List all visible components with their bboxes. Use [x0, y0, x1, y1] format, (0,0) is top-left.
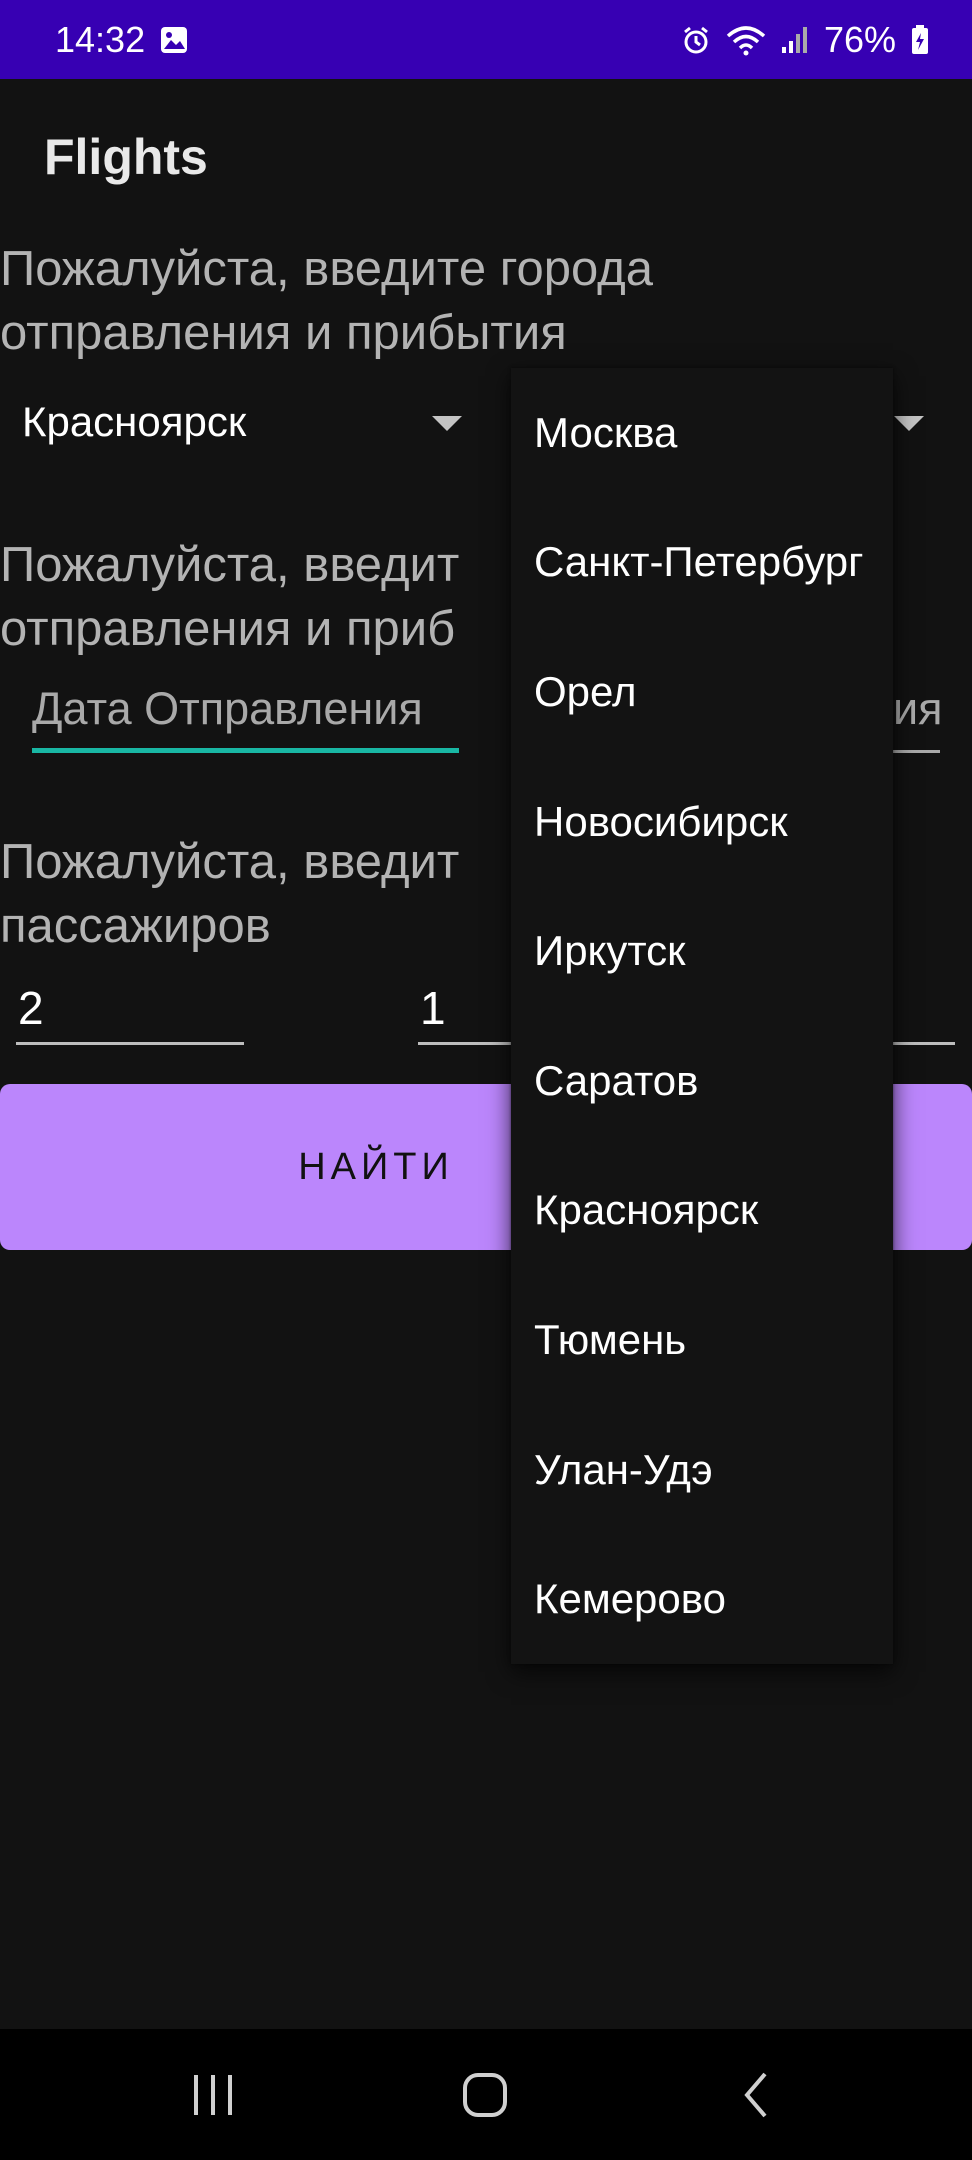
dropdown-item[interactable]: Иркутск	[511, 886, 893, 1016]
dropdown-item[interactable]: Красноярск	[511, 1146, 893, 1276]
status-left: 14:32	[55, 19, 189, 61]
departure-date-field[interactable]: Дата Отправления	[32, 683, 459, 753]
return-date-field[interactable]: ия	[893, 683, 940, 753]
battery-percent: 76%	[823, 18, 896, 60]
back-icon	[744, 2072, 767, 2117]
dropdown-item[interactable]: Орел	[511, 627, 893, 757]
recents-button[interactable]	[153, 2029, 273, 2160]
from-city-spinner[interactable]: Красноярск	[22, 382, 492, 462]
infants-input[interactable]	[893, 981, 955, 1045]
status-time: 14:32	[55, 18, 146, 60]
app-title: Flights	[44, 129, 208, 185]
image-icon	[159, 25, 189, 55]
back-button[interactable]	[697, 2029, 817, 2160]
status-right: 76%	[680, 19, 930, 61]
chevron-down-icon	[894, 416, 924, 431]
from-city-value: Красноярск	[22, 398, 247, 445]
adults-input[interactable]: 2	[16, 981, 244, 1045]
home-button[interactable]	[425, 2029, 545, 2160]
navigation-bar	[0, 2029, 972, 2160]
recents-icon	[194, 2074, 232, 2115]
cities-prompt-line2: отправления и прибытия	[0, 306, 567, 360]
cities-prompt: Пожалуйста, введите города отправления и…	[0, 237, 972, 365]
signal-icon	[780, 25, 810, 55]
dropdown-item[interactable]: Саратов	[511, 1016, 893, 1146]
search-button-label: НАЙТИ	[298, 1145, 454, 1188]
wifi-icon	[726, 24, 766, 56]
chevron-down-icon	[432, 416, 462, 431]
dropdown-item[interactable]: Новосибирск	[511, 757, 893, 887]
city-dropdown-list[interactable]: Москва Санкт-Петербург Орел Новосибирск …	[511, 368, 893, 1664]
children-input[interactable]: 1	[418, 981, 518, 1045]
dropdown-item[interactable]: Кемерово	[511, 1534, 893, 1664]
dropdown-item[interactable]: Москва	[511, 368, 893, 498]
battery-icon	[910, 24, 930, 56]
dropdown-item[interactable]: Тюмень	[511, 1275, 893, 1405]
alarm-icon	[680, 24, 712, 56]
dropdown-item[interactable]: Санкт-Петербург	[511, 498, 893, 628]
dropdown-item[interactable]: Улан-Удэ	[511, 1405, 893, 1535]
cities-prompt-line1: Пожалуйста, введите города	[0, 242, 654, 296]
home-icon	[463, 2072, 507, 2117]
status-bar: 14:32 76%	[0, 0, 972, 79]
